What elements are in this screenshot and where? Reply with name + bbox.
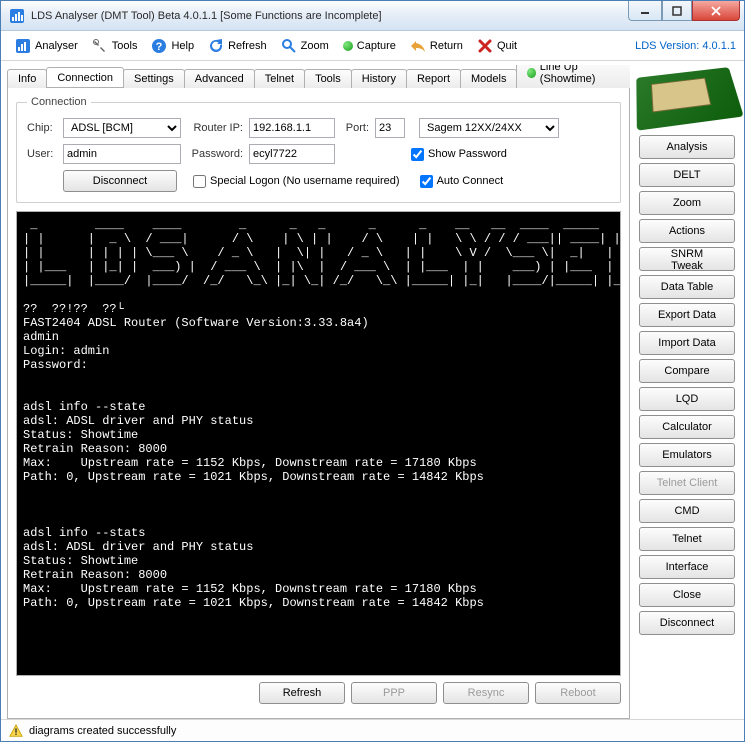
quit-button[interactable]: Quit — [471, 35, 523, 57]
side-import[interactable]: Import Data — [639, 331, 735, 355]
side-close[interactable]: Close — [639, 583, 735, 607]
side-snrm[interactable]: SNRM Tweak — [639, 247, 735, 271]
tab-tools[interactable]: Tools — [304, 69, 352, 88]
chip-select[interactable]: ADSL [BCM] — [63, 118, 181, 138]
model-select[interactable]: Sagem 12XX/24XX — [419, 118, 559, 138]
side-disconnect[interactable]: Disconnect — [639, 611, 735, 635]
capture-icon — [343, 41, 353, 51]
tab-models[interactable]: Models — [460, 69, 517, 88]
tab-history[interactable]: History — [351, 69, 407, 88]
warning-icon — [9, 724, 23, 738]
side-interface[interactable]: Interface — [639, 555, 735, 579]
side-telnet[interactable]: Telnet — [639, 527, 735, 551]
connection-group: Connection Chip: ADSL [BCM] Router IP: P… — [16, 96, 621, 203]
status-dot-icon — [527, 68, 535, 78]
show-password-checkbox[interactable]: Show Password — [411, 148, 507, 161]
chart-icon — [15, 38, 31, 54]
titlebar: LDS Analyser (DMT Tool) Beta 4.0.1.1 [So… — [1, 1, 744, 31]
password-label: Password: — [187, 148, 243, 160]
tab-connection[interactable]: Connection — [46, 67, 124, 87]
help-button[interactable]: ?Help — [145, 35, 200, 57]
status-text: diagrams created successfully — [29, 725, 176, 737]
ppp-button[interactable]: PPP — [351, 682, 437, 704]
return-icon — [410, 38, 426, 54]
version-label: LDS Version: 4.0.1.1 — [635, 40, 736, 52]
connection-legend: Connection — [27, 96, 91, 108]
toolbar: Analyser Tools ?Help Refresh Zoom Captur… — [1, 31, 744, 61]
side-lqd[interactable]: LQD — [639, 387, 735, 411]
analyser-button[interactable]: Analyser — [9, 35, 84, 57]
user-input[interactable] — [63, 144, 181, 164]
bottom-buttons: Refresh PPP Resync Reboot — [16, 676, 621, 710]
status-bar: diagrams created successfully — [1, 719, 744, 741]
wrench-icon — [92, 38, 108, 54]
resync-button[interactable]: Resync — [443, 682, 529, 704]
maximize-button[interactable] — [662, 1, 692, 21]
side-telnet-client[interactable]: Telnet Client — [639, 471, 735, 495]
side-delt[interactable]: DELT — [639, 163, 735, 187]
router-ip-input[interactable] — [249, 118, 335, 138]
zoom-button[interactable]: Zoom — [275, 35, 335, 57]
app-icon — [9, 8, 25, 24]
port-input[interactable] — [375, 118, 405, 138]
side-calculator[interactable]: Calculator — [639, 415, 735, 439]
side-datatable[interactable]: Data Table — [639, 275, 735, 299]
side-export[interactable]: Export Data — [639, 303, 735, 327]
tab-settings[interactable]: Settings — [123, 69, 185, 88]
tab-report[interactable]: Report — [406, 69, 461, 88]
side-zoom[interactable]: Zoom — [639, 191, 735, 215]
side-compare[interactable]: Compare — [639, 359, 735, 383]
capture-button[interactable]: Capture — [337, 37, 402, 55]
auto-connect-checkbox[interactable]: Auto Connect — [420, 175, 504, 188]
minimize-button[interactable] — [628, 1, 662, 21]
chip-label: Chip: — [27, 122, 57, 134]
side-analysis[interactable]: Analysis — [639, 135, 735, 159]
router-label: Router IP: — [187, 122, 243, 134]
close-button[interactable] — [692, 1, 740, 21]
svg-text:?: ? — [156, 41, 163, 53]
tab-advanced[interactable]: Advanced — [184, 69, 255, 88]
sidebar: Analysis DELT Zoom Actions SNRM Tweak Da… — [636, 65, 738, 719]
help-icon: ? — [151, 38, 167, 54]
quit-icon — [477, 38, 493, 54]
tools-button[interactable]: Tools — [86, 35, 144, 57]
side-emulators[interactable]: Emulators — [639, 443, 735, 467]
side-actions[interactable]: Actions — [639, 219, 735, 243]
refresh-icon — [208, 38, 224, 54]
disconnect-button[interactable]: Disconnect — [63, 170, 177, 192]
refresh-button[interactable]: Refresh — [202, 35, 273, 57]
tab-info[interactable]: Info — [7, 69, 47, 88]
side-cmd[interactable]: CMD — [639, 499, 735, 523]
pcb-image — [636, 67, 743, 131]
reboot-button[interactable]: Reboot — [535, 682, 621, 704]
user-label: User: — [27, 148, 57, 160]
password-input[interactable] — [249, 144, 335, 164]
window-title: LDS Analyser (DMT Tool) Beta 4.0.1.1 [So… — [31, 10, 628, 22]
zoom-icon — [281, 38, 297, 54]
tab-lineup[interactable]: Line Up (Showtime) — [516, 65, 630, 88]
tab-telnet[interactable]: Telnet — [254, 69, 305, 88]
return-button[interactable]: Return — [404, 35, 469, 57]
port-label: Port: — [341, 122, 369, 134]
tab-bar: Info Connection Settings Advanced Telnet… — [7, 65, 630, 87]
terminal-output[interactable]: _ ____ ____ _ _ _ _ _ __ __ ____ _____ _… — [16, 211, 621, 676]
refresh-bottom-button[interactable]: Refresh — [259, 682, 345, 704]
special-logon-checkbox[interactable]: Special Logon (No username required) — [193, 175, 400, 188]
